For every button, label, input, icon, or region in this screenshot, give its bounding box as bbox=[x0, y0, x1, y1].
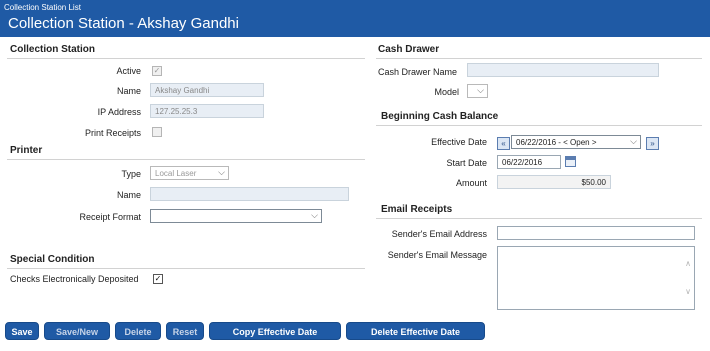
reset-button[interactable]: Reset bbox=[166, 322, 204, 340]
section-heading-collection-station: Collection Station bbox=[10, 44, 95, 55]
ip-address-field[interactable]: 127.25.25.3 bbox=[150, 104, 264, 118]
save-new-button[interactable]: Save/New bbox=[44, 322, 110, 340]
chevron-left-icon: « bbox=[501, 139, 506, 148]
previous-date-button[interactable]: « bbox=[497, 137, 510, 150]
sender-email-label: Sender's Email Address bbox=[391, 229, 487, 239]
print-receipts-checkbox[interactable] bbox=[152, 127, 162, 137]
breadcrumb[interactable]: Collection Station List bbox=[4, 3, 81, 12]
chevron-down-icon: ⌵ bbox=[311, 210, 318, 220]
check-icon: ✓ bbox=[154, 274, 162, 283]
model-select[interactable]: ⌵ bbox=[467, 84, 488, 98]
title-bar: Collection Station List Collection Stati… bbox=[0, 0, 710, 37]
printer-type-label: Type bbox=[121, 169, 141, 179]
sender-email-field[interactable] bbox=[497, 226, 695, 240]
section-divider bbox=[7, 268, 365, 269]
check-icon: ✓ bbox=[153, 66, 161, 75]
cash-drawer-name-label: Cash Drawer Name bbox=[378, 67, 458, 77]
section-divider bbox=[376, 58, 702, 59]
effective-date-value: 06/22/2016 - < Open > bbox=[516, 138, 597, 147]
cash-drawer-name-field[interactable] bbox=[467, 63, 659, 77]
effective-date-select[interactable]: 06/22/2016 - < Open > ⌵ bbox=[511, 135, 641, 149]
active-label: Active bbox=[116, 66, 141, 76]
section-heading-email-receipts: Email Receipts bbox=[381, 204, 453, 215]
model-label: Model bbox=[434, 87, 459, 97]
next-date-button[interactable]: » bbox=[646, 137, 659, 150]
start-date-field[interactable]: 06/22/2016 bbox=[497, 155, 561, 169]
ip-address-label: IP Address bbox=[97, 107, 141, 117]
printer-name-field[interactable] bbox=[150, 187, 349, 201]
delete-button[interactable]: Delete bbox=[115, 322, 161, 340]
section-divider bbox=[7, 159, 365, 160]
checks-deposited-label: Checks Electronically Deposited bbox=[10, 274, 139, 284]
receipt-format-select[interactable]: ⌵ bbox=[150, 209, 322, 223]
station-name-field[interactable]: Akshay Gandhi bbox=[150, 83, 264, 97]
delete-effective-date-button[interactable]: Delete Effective Date bbox=[346, 322, 485, 340]
start-date-label: Start Date bbox=[446, 158, 487, 168]
printer-type-select[interactable]: Local Laser ⌵ bbox=[150, 166, 229, 180]
checks-deposited-checkbox[interactable]: ✓ bbox=[153, 274, 163, 284]
printer-type-value: Local Laser bbox=[155, 169, 197, 178]
section-divider bbox=[7, 58, 365, 59]
printer-name-label: Name bbox=[116, 190, 141, 200]
name-label: Name bbox=[116, 86, 141, 96]
section-heading-beginning-cash-balance: Beginning Cash Balance bbox=[381, 111, 499, 122]
copy-effective-date-button[interactable]: Copy Effective Date bbox=[209, 322, 341, 340]
chevron-right-icon: » bbox=[650, 139, 655, 148]
scroll-down-icon[interactable]: ∨ bbox=[685, 287, 691, 296]
save-button[interactable]: Save bbox=[5, 322, 39, 340]
section-heading-special-condition: Special Condition bbox=[10, 254, 95, 265]
amount-field[interactable]: $50.00 bbox=[497, 175, 611, 189]
chevron-down-icon: ⌵ bbox=[218, 167, 225, 177]
section-heading-cash-drawer: Cash Drawer bbox=[378, 44, 440, 55]
chevron-down-icon: ⌵ bbox=[477, 85, 484, 95]
scroll-up-icon[interactable]: ∧ bbox=[685, 259, 691, 268]
calendar-icon[interactable] bbox=[565, 156, 576, 167]
sender-message-label: Sender's Email Message bbox=[387, 250, 487, 260]
amount-label: Amount bbox=[455, 178, 487, 188]
sender-message-textarea[interactable]: ∧ ∨ bbox=[497, 246, 695, 310]
active-checkbox[interactable]: ✓ bbox=[152, 66, 162, 76]
page-title: Collection Station - Akshay Gandhi bbox=[8, 15, 239, 32]
effective-date-label: Effective Date bbox=[431, 137, 487, 147]
chevron-down-icon: ⌵ bbox=[630, 136, 637, 146]
section-divider bbox=[376, 218, 702, 219]
print-receipts-label: Print Receipts bbox=[84, 128, 141, 138]
section-divider bbox=[376, 125, 702, 126]
section-heading-printer: Printer bbox=[10, 145, 43, 156]
receipt-format-label: Receipt Format bbox=[79, 212, 141, 222]
